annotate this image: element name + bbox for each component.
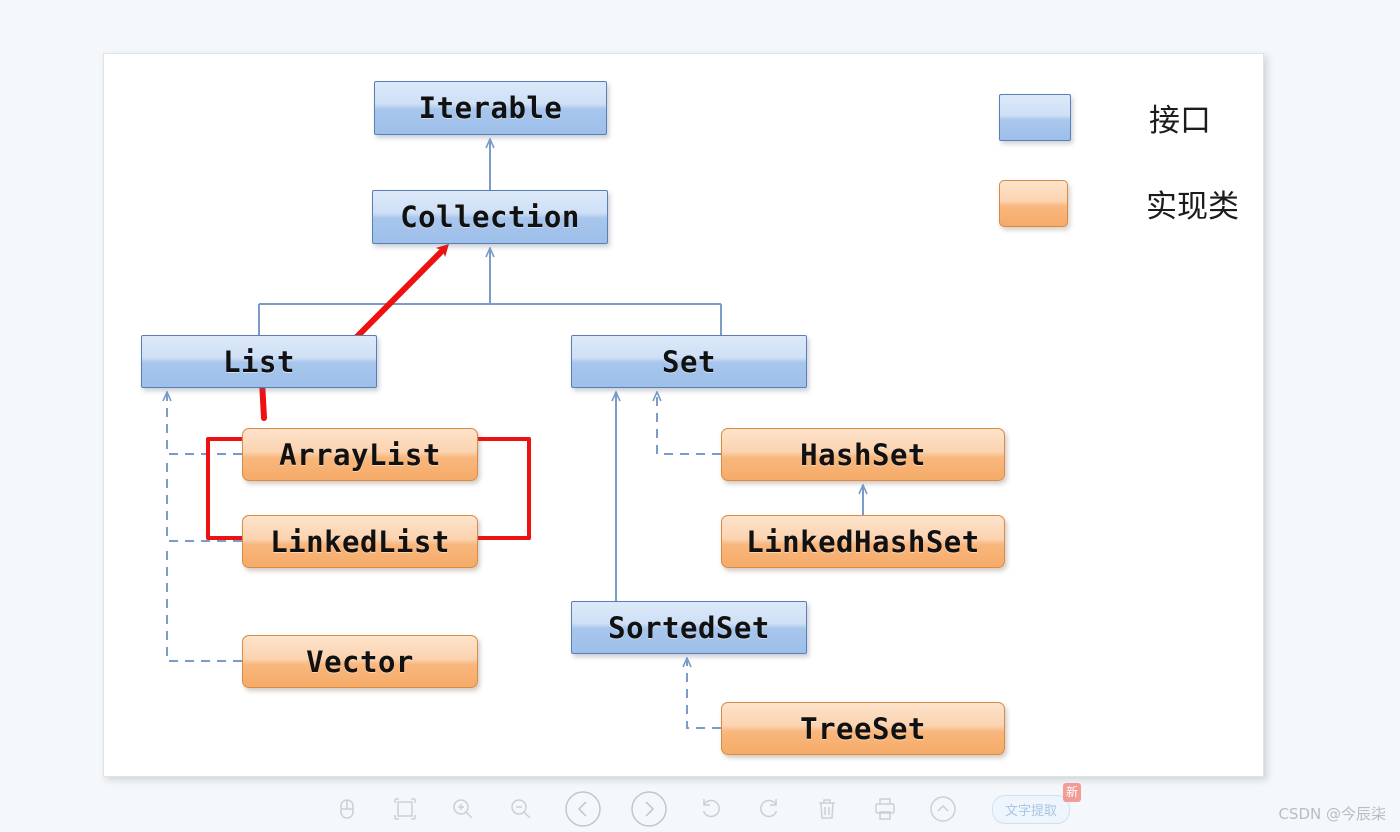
node-label: SortedSet [608,610,770,645]
node-label: TreeSet [800,711,926,746]
legend-item-implementation: 实现类 [999,160,1239,246]
node-label: List [223,344,295,379]
zoom-in-icon[interactable] [446,792,480,826]
node-label: Set [662,344,716,379]
legend-label-implementation: 实现类 [1146,188,1239,225]
legend-swatch-interface [999,93,1071,141]
zoom-out-icon[interactable] [504,792,538,826]
text-extract-label: 文字提取 [1004,803,1057,819]
node-label: Iterable [418,91,563,125]
node-linkedlist[interactable]: LinkedList [242,515,478,568]
legend: 接口 实现类 [999,74,1239,246]
previous-icon[interactable] [562,788,604,830]
node-label: ArrayList [279,437,441,472]
legend-label-interface: 接口 [1149,102,1211,139]
node-label: LinkedList [270,524,450,559]
collapse-icon[interactable] [926,792,960,826]
legend-item-interface: 接口 [999,74,1239,160]
node-iterable[interactable]: Iterable [374,81,607,135]
node-vector[interactable]: Vector [242,635,478,688]
text-extract-new-badge: 新 [1062,782,1081,802]
node-label: Vector [306,644,414,679]
node-arraylist[interactable]: ArrayList [242,428,478,481]
node-label: LinkedHashSet [746,524,980,559]
node-label: HashSet [800,437,926,472]
fit-screen-icon[interactable] [388,792,422,826]
mouse-pan-icon[interactable] [330,792,364,826]
node-list[interactable]: List [141,335,377,388]
node-sortedset[interactable]: SortedSet [571,601,807,654]
text-extract-button[interactable]: 文字提取 新 [991,782,1081,824]
image-canvas[interactable]: Iterable Collection List Set ArrayList L… [103,53,1264,777]
next-icon[interactable] [628,788,670,830]
node-set[interactable]: Set [571,335,807,388]
node-hashset[interactable]: HashSet [721,428,1005,481]
viewer-toolbar[interactable]: 文字提取 新 [0,782,1400,832]
node-treeset[interactable]: TreeSet [721,702,1005,755]
delete-icon[interactable] [810,792,844,826]
watermark: CSDN @今辰柒 [1278,805,1386,823]
legend-swatch-implementation [999,179,1068,227]
node-linkedhashset[interactable]: LinkedHashSet [721,515,1005,568]
print-icon[interactable] [868,792,902,826]
node-collection[interactable]: Collection [372,190,608,244]
rotate-right-icon[interactable] [752,792,786,826]
rotate-left-icon[interactable] [694,792,728,826]
node-label: Collection [400,200,580,234]
